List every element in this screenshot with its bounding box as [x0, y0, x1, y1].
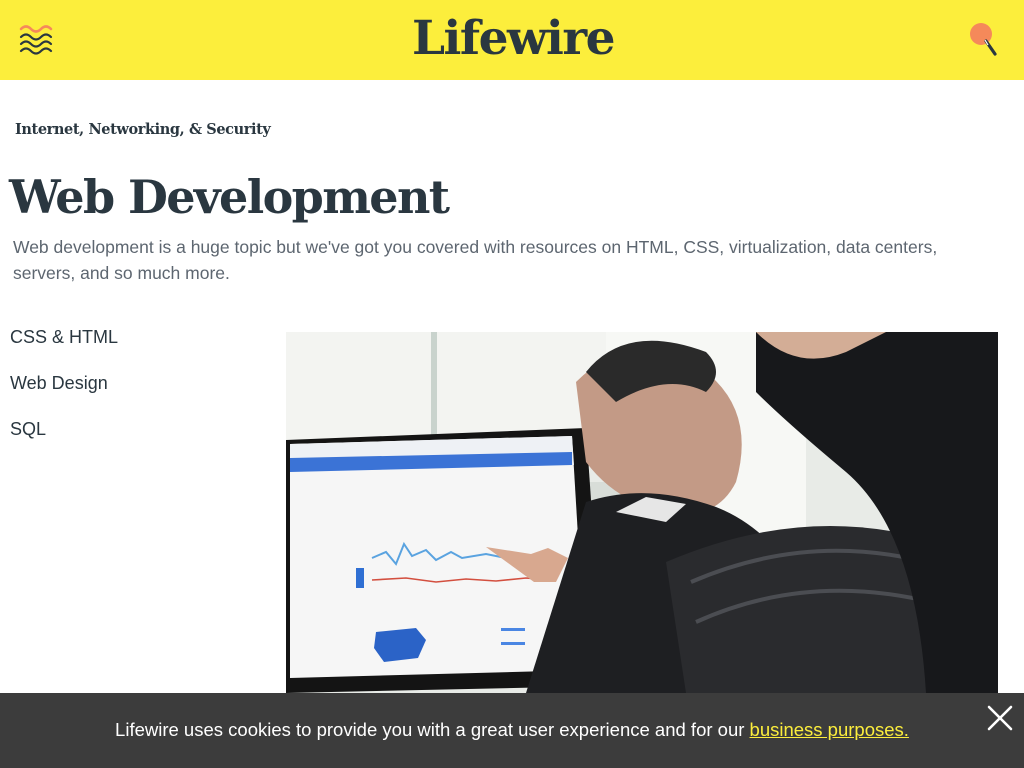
subcategory-nav: CSS & HTML Web Design SQL	[10, 324, 260, 462]
cookie-banner: Lifewire uses cookies to provide you wit…	[0, 693, 1024, 768]
cookie-message: Lifewire uses cookies to provide you wit…	[0, 693, 1024, 768]
wavy-lines-menu-icon	[19, 25, 53, 55]
menu-button[interactable]	[18, 22, 56, 56]
close-icon	[987, 705, 1013, 731]
cookie-text: Lifewire uses cookies to provide you wit…	[115, 719, 750, 740]
site-header: Lifewire	[0, 0, 1024, 80]
page-title: Web Development	[9, 170, 450, 224]
subnav-item-css-html[interactable]: CSS & HTML	[10, 324, 260, 370]
hero-image[interactable]	[286, 332, 998, 693]
subnav-item-sql[interactable]: SQL	[10, 416, 260, 462]
page-description: Web development is a huge topic but we'v…	[13, 237, 938, 283]
subnav-item-web-design[interactable]: Web Design	[10, 370, 260, 416]
hero-photo-illustration	[286, 332, 998, 693]
magnifier-search-icon	[970, 23, 997, 56]
cookie-policy-link[interactable]: business purposes.	[750, 719, 909, 740]
breadcrumb[interactable]: Internet, Networking, & Security	[15, 121, 271, 138]
search-button[interactable]	[964, 20, 1000, 60]
site-logo[interactable]: Lifewire	[412, 11, 616, 67]
cookie-close-button[interactable]	[985, 703, 1015, 733]
